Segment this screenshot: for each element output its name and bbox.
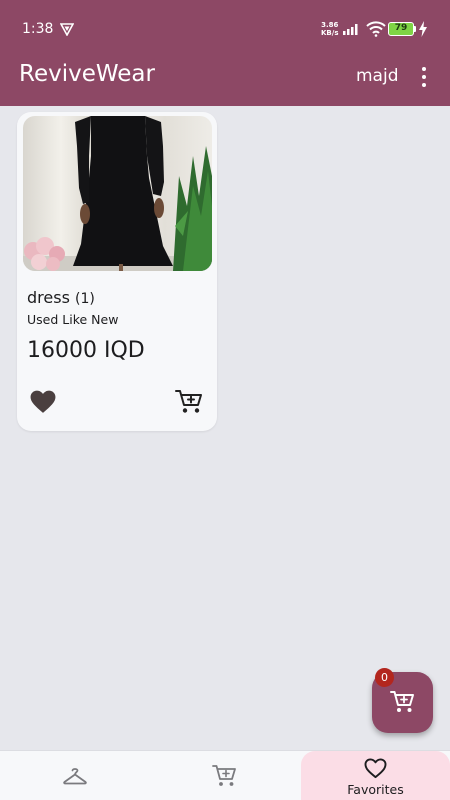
nav-label-favorites: Favorites	[347, 782, 404, 797]
more-options-icon[interactable]	[414, 64, 434, 90]
product-card[interactable]: dress (1) Used Like New 16000 IQD	[17, 112, 217, 431]
heart-filled-icon[interactable]	[30, 390, 56, 414]
product-condition: Used Like New	[27, 312, 119, 327]
cart-icon	[390, 691, 414, 712]
top-app-bar: 1:38 3.86 KB/s 79 ReviveWear majd	[0, 0, 450, 106]
cell-signal-icon	[343, 24, 358, 35]
vpn-icon	[60, 23, 74, 36]
nav-item-favorites[interactable]: Favorites	[301, 751, 450, 800]
add-to-cart-icon[interactable]	[175, 389, 203, 415]
battery-icon: 79	[388, 22, 414, 36]
nav-item-cart[interactable]	[150, 751, 300, 800]
app-title: ReviveWear	[19, 61, 155, 87]
cart-icon	[212, 765, 236, 786]
nav-item-shop[interactable]	[0, 751, 150, 800]
dot	[422, 75, 426, 79]
product-quantity: (1)	[75, 291, 95, 307]
status-time: 1:38	[22, 21, 54, 37]
product-name: dress (1)	[27, 288, 95, 307]
status-bar: 1:38 3.86 KB/s 79	[0, 0, 450, 58]
battery-tip	[414, 26, 416, 32]
cart-count-badge: 0	[375, 668, 394, 687]
charging-bolt-icon	[419, 21, 427, 37]
user-name[interactable]: majd	[356, 66, 399, 86]
wifi-icon	[366, 21, 386, 37]
dot	[422, 83, 426, 87]
product-price: 16000 IQD	[27, 338, 145, 363]
bottom-navigation: Favorites	[0, 750, 450, 800]
dot	[422, 67, 426, 71]
hanger-icon	[63, 768, 87, 785]
network-speed: 3.86 KB/s	[321, 21, 339, 37]
heart-outline-icon	[364, 758, 387, 779]
product-image[interactable]	[23, 116, 212, 271]
